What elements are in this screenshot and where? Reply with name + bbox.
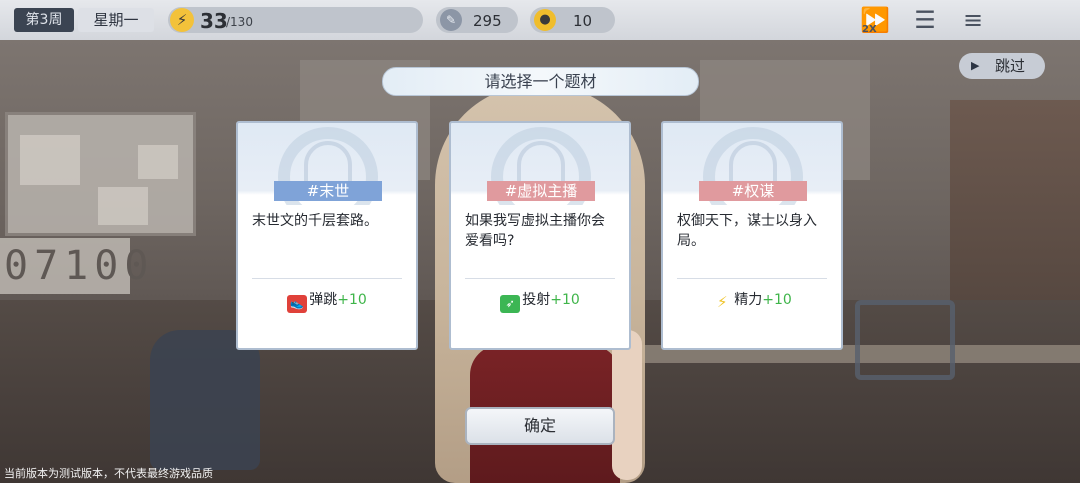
inspiration-value: 10 [573, 12, 593, 30]
topic-description: 权御天下，谋士以身入局。 [677, 213, 817, 249]
speed-label: 2X [862, 24, 877, 35]
topic-tag: #末世 [274, 181, 382, 201]
throw-ball-icon: ➶ [500, 295, 521, 313]
reward-stat: 投射 [522, 292, 551, 308]
lightning-icon: ⚡ [170, 8, 194, 32]
topic-card[interactable]: #虚拟主播 如果我写虚拟主播你会爱看吗? ➶ 投射+10 [449, 121, 631, 350]
skip-button[interactable]: ▶ 跳过 [959, 53, 1045, 79]
version-notice: 当前版本为测试版本，不代表最终游戏品质 [4, 467, 213, 480]
choice-title: 请选择一个题材 [382, 67, 699, 96]
topic-description: 如果我写虚拟主播你会爱看吗? [465, 213, 605, 249]
running-shoe-icon: 👟 [287, 295, 308, 313]
coin-icon: ✎ [440, 9, 462, 31]
reward-value: +10 [550, 292, 580, 308]
scoreboard: 07100 [0, 238, 148, 294]
weekday-indicator: 星期一 [78, 8, 154, 32]
lightning-icon: ⚡ [716, 293, 728, 311]
menu-icon[interactable]: ≡ [958, 5, 988, 35]
reward: ⚡ 精力+10 [663, 289, 841, 311]
divider [252, 278, 402, 279]
whiteboard [5, 112, 196, 236]
divider [677, 278, 827, 279]
topic-card[interactable]: #末世 末世文的千层套路。 👟 弹跳+10 [236, 121, 418, 350]
reward: 👟 弹跳+10 [238, 289, 416, 313]
divider [465, 278, 615, 279]
chair [855, 300, 955, 380]
reward-value: +10 [762, 292, 792, 308]
topic-card[interactable]: #权谋 权御天下，谋士以身入局。 ⚡ 精力+10 [661, 121, 843, 350]
character-arm [612, 330, 642, 480]
topic-tag: #权谋 [699, 181, 807, 201]
reward-value: +10 [337, 292, 367, 308]
confirm-button[interactable]: 确定 [465, 407, 615, 445]
school-bag [150, 330, 260, 470]
energy-value: 33 [200, 9, 228, 33]
reward: ➶ 投射+10 [451, 289, 629, 313]
reward-stat: 精力 [734, 292, 763, 308]
week-indicator: 第3周 [14, 8, 74, 32]
log-icon[interactable]: ☰ [910, 5, 940, 35]
reward-stat: 弹跳 [309, 292, 338, 308]
topic-description: 末世文的千层套路。 [252, 213, 378, 229]
topic-tag: #虚拟主播 [487, 181, 595, 201]
energy-max: /130 [226, 15, 253, 29]
skip-label: 跳过 [995, 57, 1026, 75]
play-icon: ▶ [971, 59, 980, 72]
coin-value: 295 [473, 12, 502, 30]
lightbulb-icon: ● [534, 9, 556, 31]
